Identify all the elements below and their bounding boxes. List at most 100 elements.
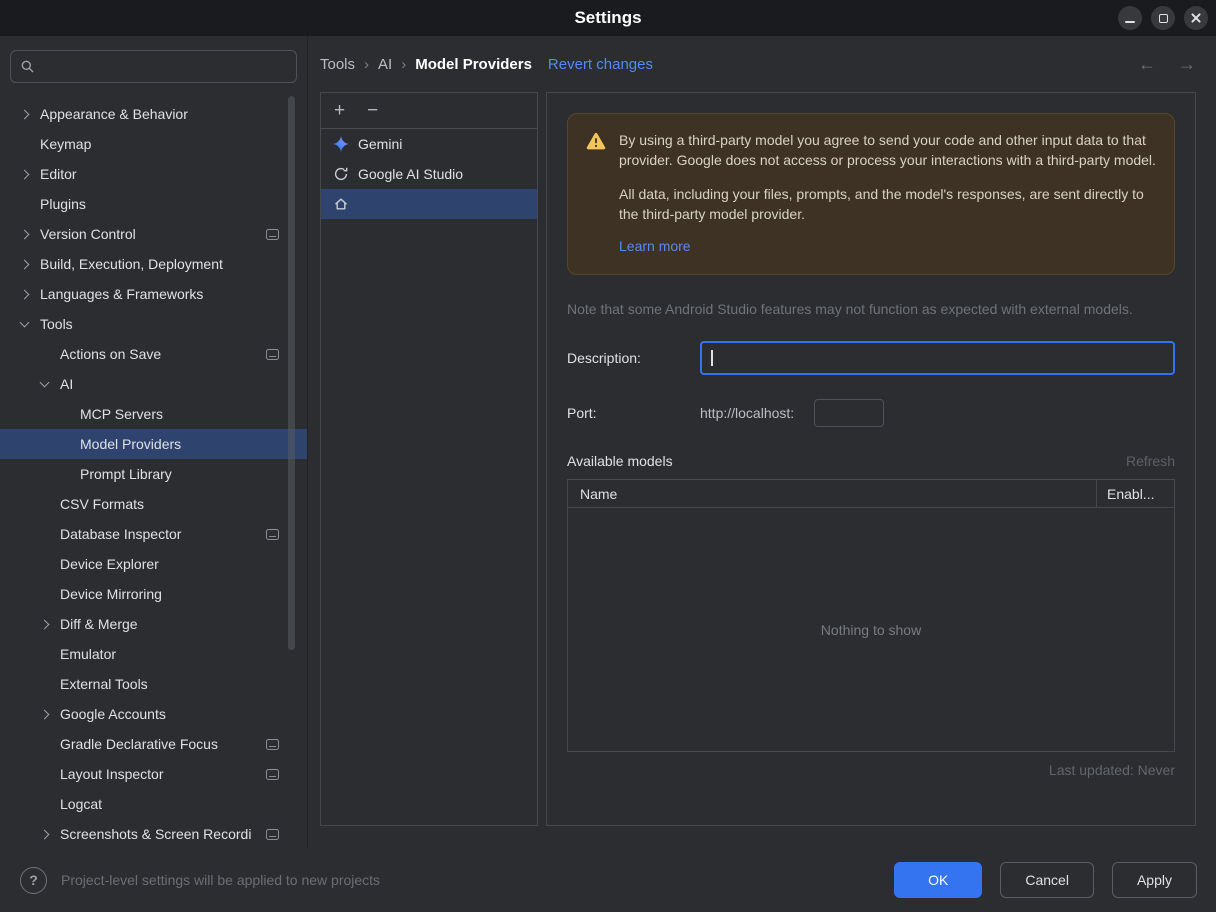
cancel-button[interactable]: Cancel [1000, 862, 1094, 898]
sidebar-item-prompt-library[interactable]: Prompt Library [0, 459, 307, 489]
sidebar-item-label: Emulator [60, 646, 117, 662]
provider-item-label: Gemini [358, 136, 403, 152]
port-input[interactable] [814, 399, 885, 427]
sidebar-item-device-explorer[interactable]: Device Explorer [0, 549, 307, 579]
apply-button[interactable]: Apply [1111, 862, 1197, 898]
maximize-button[interactable] [1151, 6, 1175, 30]
sidebar-item-model-providers[interactable]: Model Providers [0, 429, 307, 459]
help-button[interactable]: ? [20, 866, 47, 894]
chevron-down-icon[interactable] [38, 377, 58, 388]
sidebar-item-mcp-servers[interactable]: MCP Servers [0, 399, 307, 429]
description-input[interactable] [700, 341, 1175, 375]
breadcrumb-item-ai[interactable]: AI [378, 56, 392, 73]
close-icon [1190, 12, 1202, 24]
chevron-right-icon[interactable] [38, 619, 58, 629]
chevron-right-icon[interactable] [18, 229, 38, 239]
search-input[interactable] [42, 58, 287, 75]
sidebar-item-device-mirroring[interactable]: Device Mirroring [0, 579, 307, 609]
description-label: Description: [567, 350, 641, 366]
sidebar-item-emulator[interactable]: Emulator [0, 639, 307, 669]
sidebar: Appearance & Behavior Keymap Editor Plugins… [0, 36, 308, 848]
text-caret [711, 350, 713, 366]
sidebar-item-csv-formats[interactable]: CSV Formats [0, 489, 307, 519]
port-prefix: http://localhost: [700, 405, 795, 421]
history-nav: ← → [1138, 54, 1196, 75]
sidebar-item-editor[interactable]: Editor [0, 159, 307, 189]
available-models-row: Available models Refresh [567, 453, 1175, 469]
sidebar-item-database-inspector[interactable]: Database Inspector [0, 519, 307, 549]
sidebar-item-actions-on-save[interactable]: Actions on Save [0, 339, 307, 369]
port-label: Port: [567, 405, 597, 421]
ok-button[interactable]: OK [894, 862, 983, 898]
shared-settings-icon [266, 348, 279, 360]
sidebar-scrollbar[interactable] [288, 96, 295, 650]
sidebar-item-keymap[interactable]: Keymap [0, 129, 307, 159]
minimize-button[interactable] [1118, 6, 1142, 30]
available-models-label: Available models [567, 453, 673, 469]
sidebar-item-label: MCP Servers [80, 406, 163, 422]
breadcrumb: Tools › AI › Model Providers [320, 56, 532, 73]
providers-list: Gemini Google AI Studio [321, 129, 537, 219]
provider-item-gemini[interactable]: Gemini [321, 129, 537, 159]
sidebar-item-screenshots-screen-recordi[interactable]: Screenshots & Screen Recordi [0, 819, 307, 848]
google-ai-studio-icon [333, 166, 349, 182]
sidebar-item-label: Google Accounts [60, 706, 166, 722]
window-title: Settings [574, 8, 642, 27]
close-button[interactable] [1184, 6, 1208, 30]
sidebar-item-languages-frameworks[interactable]: Languages & Frameworks [0, 279, 307, 309]
shared-settings-icon [266, 228, 279, 240]
sidebar-item-label: Editor [40, 166, 77, 182]
maximize-icon [1158, 13, 1168, 23]
chevron-right-icon[interactable] [18, 259, 38, 269]
sidebar-item-label: Tools [40, 316, 73, 332]
sidebar-item-logcat[interactable]: Logcat [0, 789, 307, 819]
models-table-body: Nothing to show [568, 508, 1174, 751]
column-header-enabled[interactable]: Enabl... [1096, 480, 1174, 507]
sidebar-item-label: Layout Inspector [60, 766, 164, 782]
port-row: Port: http://localhost: [567, 399, 1175, 427]
add-provider-button[interactable]: + [334, 101, 345, 120]
provider-item-google-ai-studio[interactable]: Google AI Studio [321, 159, 537, 189]
search-box[interactable] [10, 50, 297, 83]
sidebar-item-label: Diff & Merge [60, 616, 138, 632]
sidebar-item-version-control[interactable]: Version Control [0, 219, 307, 249]
forward-arrow-icon[interactable]: → [1178, 54, 1196, 75]
refresh-link[interactable]: Refresh [1126, 453, 1175, 469]
window-controls [1118, 6, 1208, 30]
sidebar-item-google-accounts[interactable]: Google Accounts [0, 699, 307, 729]
chevron-down-icon[interactable] [18, 317, 38, 328]
minimize-icon [1125, 20, 1135, 23]
remove-provider-button[interactable]: − [367, 101, 378, 120]
sidebar-item-layout-inspector[interactable]: Layout Inspector [0, 759, 307, 789]
sidebar-item-external-tools[interactable]: External Tools [0, 669, 307, 699]
sidebar-item-label: Appearance & Behavior [40, 106, 188, 122]
learn-more-link[interactable]: Learn more [619, 236, 691, 256]
breadcrumb-item-tools[interactable]: Tools [320, 56, 355, 73]
home-icon [333, 196, 349, 212]
chevron-right-icon[interactable] [18, 289, 38, 299]
footer-note: Project-level settings will be applied t… [61, 872, 381, 888]
sidebar-item-appearance-behavior[interactable]: Appearance & Behavior [0, 99, 307, 129]
sidebar-item-label: External Tools [60, 676, 148, 692]
back-arrow-icon[interactable]: ← [1138, 54, 1156, 75]
sidebar-item-label: Build, Execution, Deployment [40, 256, 223, 272]
chevron-right-icon[interactable] [18, 109, 38, 119]
provider-item-new-provider[interactable] [321, 189, 537, 219]
chevron-right-icon[interactable] [38, 829, 58, 839]
revert-changes-link[interactable]: Revert changes [548, 56, 653, 73]
chevron-right-icon[interactable] [38, 709, 58, 719]
sidebar-item-plugins[interactable]: Plugins [0, 189, 307, 219]
models-table-header: Name Enabl... [568, 480, 1174, 508]
model-providers-page: + − Gemini Google AI Studio By using a th… [320, 92, 1196, 826]
gemini-icon [333, 136, 349, 152]
footer-buttons: OK Cancel Apply [894, 862, 1197, 898]
models-table: Name Enabl... Nothing to show [567, 479, 1175, 752]
column-header-name[interactable]: Name [568, 480, 1096, 507]
sidebar-item-build-execution-deployment[interactable]: Build, Execution, Deployment [0, 249, 307, 279]
sidebar-item-ai[interactable]: AI [0, 369, 307, 399]
sidebar-item-tools[interactable]: Tools [0, 309, 307, 339]
sidebar-item-diff-merge[interactable]: Diff & Merge [0, 609, 307, 639]
sidebar-item-gradle-declarative-focus[interactable]: Gradle Declarative Focus [0, 729, 307, 759]
chevron-right-icon[interactable] [18, 169, 38, 179]
sidebar-item-label: Gradle Declarative Focus [60, 736, 218, 752]
